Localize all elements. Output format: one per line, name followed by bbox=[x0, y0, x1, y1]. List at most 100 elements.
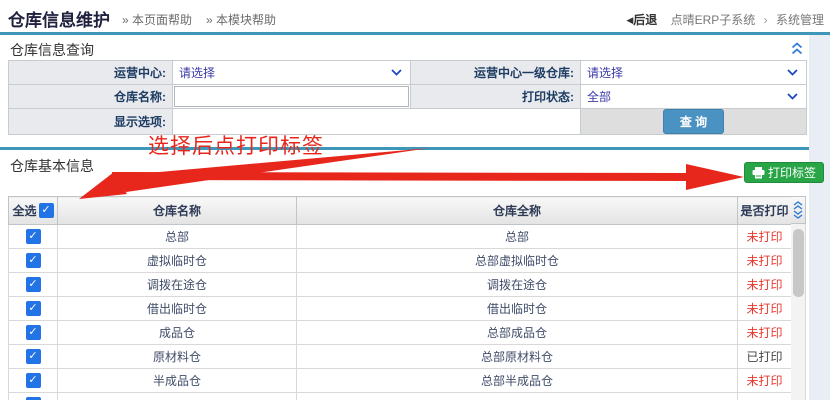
row-checkbox[interactable]: ✓ bbox=[25, 349, 41, 365]
printer-icon bbox=[752, 166, 765, 179]
column-header-printed[interactable]: 是否打印 bbox=[737, 196, 792, 225]
row-select-cell: ✓ bbox=[8, 368, 58, 393]
row-select-cell: ✓ bbox=[8, 224, 58, 249]
chevron-down-icon bbox=[391, 68, 402, 76]
table-body: ✓ 总部 总部 未打印 ✓ 虚拟临时仓 总部虚拟临时仓 未打印 ✓ 调拨在途仓 调拨在途仓 未打印 ✓ 借… bbox=[8, 224, 792, 400]
table-row: ✓ 调拨在途仓 调拨在途仓 未打印 bbox=[8, 272, 792, 297]
warehouse-name-input[interactable] bbox=[174, 86, 409, 107]
table-header-row: 全选 ✓ 仓库名称 仓库全称 是否打印 bbox=[8, 196, 792, 225]
column-header-full-name[interactable]: 仓库全称 bbox=[296, 196, 738, 225]
center-warehouse-label: 运营中心一级仓库: bbox=[410, 60, 581, 85]
warehouse-name-cell bbox=[57, 392, 297, 400]
op-center-select-value: 请选择 bbox=[179, 66, 216, 80]
warehouse-name-cell: 半成品仓 bbox=[57, 368, 297, 393]
op-center-label: 运营中心: bbox=[8, 60, 173, 85]
breadcrumb-section[interactable]: 系统管理 bbox=[776, 13, 824, 27]
select-all-header: 全选 ✓ bbox=[8, 196, 58, 225]
row-select-cell: ✓ bbox=[8, 320, 58, 345]
print-status-cell: 未打印 bbox=[737, 368, 792, 393]
print-status-cell bbox=[737, 392, 792, 400]
center-warehouse-select[interactable]: 请选择 bbox=[582, 62, 806, 84]
row-select-cell: ✓ bbox=[8, 296, 58, 321]
back-label: 后退 bbox=[633, 13, 658, 27]
table-row: ✓ bbox=[8, 392, 792, 400]
warehouse-name-cell: 调拨在途仓 bbox=[57, 272, 297, 297]
print-status-select[interactable]: 全部 bbox=[582, 86, 806, 108]
row-select-cell: ✓ bbox=[8, 344, 58, 369]
print-status-cell: 未打印 bbox=[737, 272, 792, 297]
column-header-name[interactable]: 仓库名称 bbox=[57, 196, 297, 225]
help-page-link[interactable]: » 本页面帮助 bbox=[122, 13, 192, 27]
print-status-select-value: 全部 bbox=[587, 90, 612, 104]
row-select-cell: ✓ bbox=[8, 248, 58, 273]
row-select-cell: ✓ bbox=[8, 272, 58, 297]
page: 仓库信息维护 » 本页面帮助 » 本模块帮助 ◀后退 点晴ERP子系统 › 系统管… bbox=[0, 0, 830, 400]
warehouse-full-name-cell: 总部 bbox=[296, 224, 738, 249]
basic-info-section-title: 仓库基本信息 bbox=[10, 158, 94, 174]
warehouse-name-cell: 成品仓 bbox=[57, 320, 297, 345]
table-expand-collapse-icons[interactable] bbox=[791, 196, 806, 224]
row-checkbox[interactable]: ✓ bbox=[25, 277, 41, 293]
help-links: » 本页面帮助 » 本模块帮助 bbox=[122, 11, 290, 28]
row-checkbox[interactable]: ✓ bbox=[25, 325, 41, 341]
warehouse-full-name-cell: 总部成品仓 bbox=[296, 320, 738, 345]
help-module-link[interactable]: » 本模块帮助 bbox=[206, 13, 276, 27]
table-row: ✓ 借出临时仓 借出临时仓 未打印 bbox=[8, 296, 792, 321]
annotation-text: 选择后点打印标签 bbox=[148, 135, 324, 158]
breadcrumb-app[interactable]: 点晴ERP子系统 bbox=[671, 13, 756, 27]
top-bar: 仓库信息维护 » 本页面帮助 » 本模块帮助 ◀后退 点晴ERP子系统 › 系统管… bbox=[0, 0, 830, 32]
query-form: 运营中心: 请选择 运营中心一级仓库: 请选择 仓库名称: 打印状态: 全部 显… bbox=[8, 60, 807, 135]
table-row: ✓ 原材料仓 总部原材料仓 已打印 bbox=[8, 344, 792, 369]
form-row: 仓库名称: 打印状态: 全部 bbox=[8, 84, 807, 109]
print-status-cell: 未打印 bbox=[737, 296, 792, 321]
table-row: ✓ 虚拟临时仓 总部虚拟临时仓 未打印 bbox=[8, 248, 792, 273]
search-button-cell: 查 询 bbox=[580, 108, 807, 135]
print-label-button[interactable]: 打印标签 bbox=[744, 162, 825, 183]
row-checkbox[interactable]: ✓ bbox=[25, 253, 41, 269]
warehouse-name-cell: 虚拟临时仓 bbox=[57, 248, 297, 273]
header-divider bbox=[0, 32, 830, 35]
table-row: ✓ 半成品仓 总部半成品仓 未打印 bbox=[8, 368, 792, 393]
row-select-cell: ✓ bbox=[8, 392, 58, 400]
chevron-down-icon bbox=[787, 92, 798, 100]
print-status-cell: 已打印 bbox=[737, 344, 792, 369]
table-scrollbar-thumb[interactable] bbox=[793, 229, 804, 297]
warehouse-table: 全选 ✓ 仓库名称 仓库全称 是否打印 ✓ 总部 总部 未打印 ✓ 虚拟临时仓 总部虚拟临时… bbox=[8, 196, 792, 400]
page-right-margin bbox=[809, 35, 830, 400]
print-status-cell: 未打印 bbox=[737, 248, 792, 273]
warehouse-full-name-cell: 总部半成品仓 bbox=[296, 368, 738, 393]
row-checkbox[interactable]: ✓ bbox=[25, 373, 41, 389]
op-center-select[interactable]: 请选择 bbox=[174, 62, 410, 84]
warehouse-name-cell: 总部 bbox=[57, 224, 297, 249]
select-all-checkbox[interactable]: ✓ bbox=[38, 203, 54, 218]
warehouse-name-cell: 借出临时仓 bbox=[57, 296, 297, 321]
print-status-label: 打印状态: bbox=[410, 84, 581, 109]
page-title: 仓库信息维护 bbox=[8, 11, 110, 30]
collapse-section-icon[interactable] bbox=[791, 42, 803, 55]
section-divider bbox=[0, 147, 809, 150]
warehouse-name-cell: 原材料仓 bbox=[57, 344, 297, 369]
form-row: 显示选项: 查 询 bbox=[8, 108, 807, 135]
print-label-button-text: 打印标签 bbox=[768, 166, 817, 180]
form-row: 运营中心: 请选择 运营中心一级仓库: 请选择 bbox=[8, 60, 807, 85]
warehouse-full-name-cell bbox=[296, 392, 738, 400]
row-checkbox[interactable]: ✓ bbox=[25, 301, 41, 317]
table-scrollbar-track[interactable] bbox=[791, 224, 806, 400]
back-button[interactable]: ◀后退 bbox=[626, 13, 657, 27]
query-section-title: 仓库信息查询 bbox=[10, 42, 94, 58]
chevron-down-icon bbox=[787, 68, 798, 76]
top-right-nav: ◀后退 点晴ERP子系统 › 系统管理 bbox=[626, 11, 824, 28]
warehouse-name-label: 仓库名称: bbox=[8, 84, 173, 109]
warehouse-full-name-cell: 调拨在途仓 bbox=[296, 272, 738, 297]
table-row: ✓ 成品仓 总部成品仓 未打印 bbox=[8, 320, 792, 345]
warehouse-full-name-cell: 总部原材料仓 bbox=[296, 344, 738, 369]
warehouse-full-name-cell: 借出临时仓 bbox=[296, 296, 738, 321]
row-checkbox[interactable]: ✓ bbox=[25, 229, 41, 245]
breadcrumb-separator: › bbox=[763, 13, 768, 27]
center-warehouse-select-value: 请选择 bbox=[587, 66, 624, 80]
print-status-cell: 未打印 bbox=[737, 320, 792, 345]
search-button[interactable]: 查 询 bbox=[662, 109, 725, 134]
table-row: ✓ 总部 总部 未打印 bbox=[8, 224, 792, 249]
select-all-label: 全选 bbox=[12, 204, 37, 218]
print-status-cell: 未打印 bbox=[737, 224, 792, 249]
